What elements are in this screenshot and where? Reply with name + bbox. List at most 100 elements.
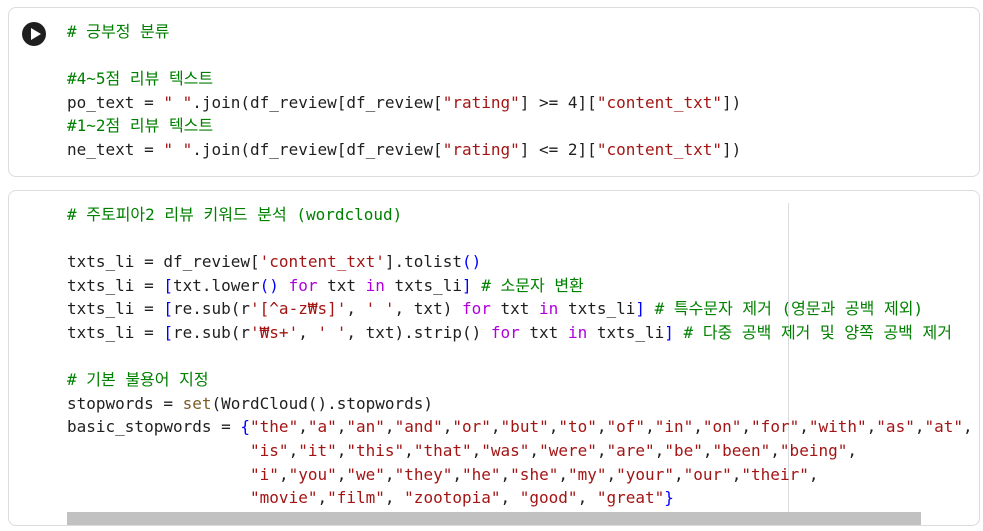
code-token: "you" — [288, 464, 337, 484]
code-token: po_text = — [67, 92, 164, 112]
code-token: ] — [635, 299, 646, 319]
code-token: ] — [664, 322, 674, 342]
code-token: " " — [163, 92, 193, 112]
code-token: "but" — [500, 417, 549, 437]
code-token: { — [240, 417, 251, 437]
code-token: , — [500, 488, 520, 508]
code-token: for — [461, 299, 491, 319]
code-line: # 주토피아2 리뷰 키워드 분석 (wordcloud) — [67, 205, 403, 224]
code-editor[interactable]: # 주토피아2 리뷰 키워드 분석 (wordcloud) txts_li = … — [67, 203, 973, 510]
code-token: .join(df_review[df_review[ — [192, 139, 443, 159]
code-token: "that" — [413, 440, 472, 460]
code-editor[interactable]: # 긍부정 분류 #4~5점 리뷰 텍스트 po_text = " ".join… — [67, 20, 741, 162]
code-token: "is" — [250, 440, 289, 460]
code-token: , — [336, 464, 347, 484]
code-token: [ — [163, 275, 173, 295]
code-line: txts_li = df_review['content_txt'].tolis… — [67, 250, 973, 274]
code-token: , — [963, 417, 973, 437]
code-token: # 특수문자 제거 (영문과 공백 제외) — [645, 299, 924, 319]
code-token: "was" — [481, 440, 530, 460]
code-line: txts_li = [re.sub(r'[^a-z₩s]', ' ', txt)… — [67, 297, 973, 321]
code-token: "on" — [702, 417, 742, 437]
code-line: #1~2점 리뷰 텍스트 — [67, 116, 214, 136]
code-line: #4~5점 리뷰 텍스트 — [67, 69, 214, 89]
code-token: "for" — [751, 417, 800, 437]
code-token: "rating" — [442, 139, 520, 159]
code-token: in — [365, 275, 385, 295]
code-token: , — [596, 417, 607, 437]
code-token: , — [298, 417, 308, 437]
code-token: , — [442, 417, 453, 437]
code-token: , — [288, 440, 299, 460]
code-token: ]) — [722, 139, 742, 159]
code-line: "movie","film", "zootopia", "good", "gre… — [67, 486, 973, 510]
code-token: , — [770, 440, 780, 460]
code-token: , — [654, 440, 665, 460]
code-token: "or" — [452, 417, 491, 437]
code-line: # 기본 불용어 지정 — [67, 370, 209, 390]
code-token: ] <= 2][ — [519, 139, 597, 159]
code-token: , — [471, 440, 482, 460]
code-cell-2[interactable]: # 주토피아2 리뷰 키워드 분석 (wordcloud) txts_li = … — [8, 190, 980, 526]
code-token: set — [182, 393, 212, 413]
code-token: for — [490, 322, 520, 342]
code-token: ]) — [722, 92, 742, 112]
run-cell-button[interactable] — [22, 22, 46, 46]
code-token: "being" — [779, 440, 848, 460]
code-line: "is","it","this","that","was","were","ar… — [67, 439, 973, 463]
code-token: , — [673, 464, 684, 484]
code-token: , — [731, 464, 742, 484]
code-token: "are" — [606, 440, 655, 460]
code-token: ne_text = — [67, 139, 164, 159]
code-cell-1[interactable]: # 긍부정 분류 #4~5점 리뷰 텍스트 po_text = " ".join… — [8, 7, 980, 177]
code-token: , — [808, 464, 819, 484]
code-token: txts_li — [558, 299, 636, 319]
code-line: stopwords = set(WordCloud().stopwords) — [67, 392, 973, 416]
code-token: txts_li — [587, 322, 665, 342]
code-token: "content_txt" — [596, 92, 723, 112]
code-token: txt — [317, 275, 366, 295]
code-token: , — [278, 464, 289, 484]
code-token: , — [596, 440, 607, 460]
code-token: , — [404, 440, 414, 460]
code-token: "of" — [606, 417, 646, 437]
code-token: [ — [163, 299, 173, 319]
code-line: basic_stopwords = {"the","a","an","and",… — [67, 415, 973, 439]
code-token: , — [384, 464, 395, 484]
code-token: } — [664, 488, 674, 508]
code-token: "content_txt" — [596, 139, 723, 159]
code-token: txts_li = — [67, 299, 164, 319]
code-token: , — [336, 417, 347, 437]
code-token: # 다중 공백 제거 및 양쪽 공백 제거 — [673, 322, 952, 342]
code-token: "in" — [654, 417, 694, 437]
code-token: re.sub(r — [172, 299, 251, 319]
code-token: , — [529, 440, 540, 460]
code-token: [ — [163, 322, 173, 342]
code-token: , — [866, 417, 877, 437]
code-token: for — [288, 275, 318, 295]
code-token: txt — [490, 299, 540, 319]
code-token: "were" — [539, 440, 597, 460]
code-line: ne_text = " ".join(df_review[df_review["… — [67, 138, 741, 162]
code-token: , — [847, 440, 857, 460]
code-token: .join(df_review[df_review[ — [192, 92, 443, 112]
code-token: "the" — [250, 417, 299, 437]
code-token: , — [346, 299, 366, 319]
code-token: "and" — [394, 417, 443, 437]
code-token: "they" — [394, 464, 453, 484]
code-token: stopwords = — [67, 393, 183, 413]
code-line: txts_li = [re.sub(r'₩s+', ' ', txt).stri… — [67, 321, 973, 345]
code-token: txt — [519, 322, 568, 342]
code-line: txts_li = [txt.lower() for txt in txts_l… — [67, 274, 973, 298]
code-token: txts_li = — [67, 322, 164, 342]
code-token: , — [384, 417, 395, 437]
code-token: "rating" — [442, 92, 520, 112]
code-token: , — [452, 464, 462, 484]
code-token: , — [548, 417, 559, 437]
horizontal-scrollbar[interactable] — [67, 512, 921, 525]
